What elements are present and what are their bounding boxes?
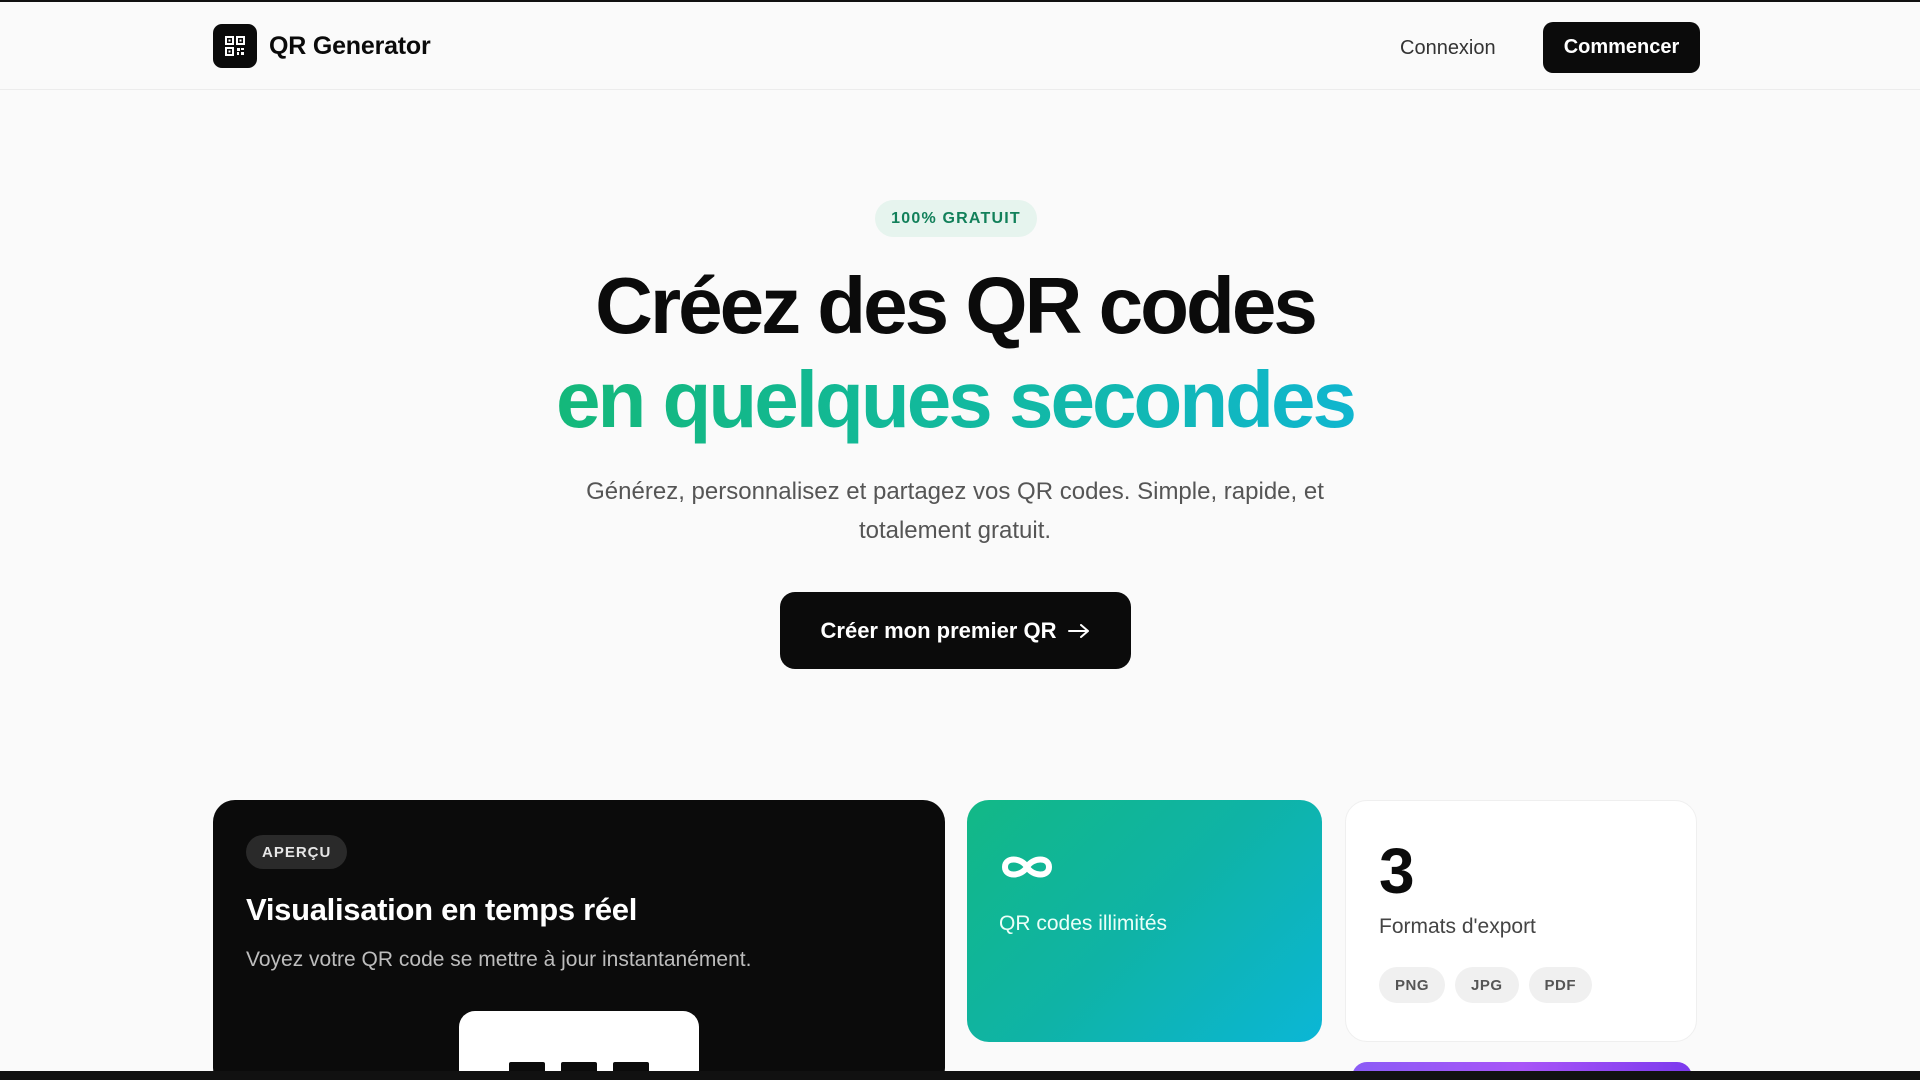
infinity-icon [999, 852, 1055, 882]
preview-card-description: Voyez votre QR code se mettre à jour ins… [246, 948, 752, 971]
hero-title-gradient-text: en quelques secondes [555, 355, 1357, 444]
hero-title-line1: Créez des QR codes [595, 261, 1318, 350]
export-formats-card: 3 Formats d'export PNG JPG PDF [1345, 800, 1697, 1042]
hero-subtitle: Générez, personnalisez et partagez vos Q… [586, 478, 1324, 544]
login-link[interactable]: Connexion [1400, 34, 1496, 62]
top-nav: QR Generator Connexion Commencer [0, 0, 1920, 90]
landing-page: QR Generator Connexion Commencer 100% GR… [0, 0, 1920, 1080]
format-chips: PNG JPG PDF [1379, 967, 1593, 1003]
bottom-edge [0, 1071, 1920, 1080]
qr-logo-icon [213, 24, 257, 68]
unlimited-label: QR codes illimités [999, 912, 1168, 935]
create-first-qr-button[interactable]: Créer mon premier QR [780, 592, 1131, 669]
preview-badge: APERÇU [246, 835, 348, 869]
unlimited-card: QR codes illimités [967, 800, 1322, 1042]
free-badge: 100% GRATUIT [875, 200, 1037, 237]
brand-name: QR Generator [269, 31, 431, 60]
format-chip-pdf: PDF [1528, 967, 1593, 1003]
formats-count: 3 [1379, 835, 1415, 907]
preview-card: APERÇU Visualisation en temps réel Voyez… [213, 800, 945, 1080]
hero-title-line2: en quelques secondes [0, 352, 1910, 448]
qr-preview-image [459, 1011, 699, 1080]
preview-card-title: Visualisation en temps réel [246, 892, 638, 927]
brand-link[interactable]: QR Generator [213, 24, 431, 68]
create-first-qr-label: Créer mon premier QR [820, 617, 1057, 643]
formats-label: Formats d'export [1379, 915, 1536, 938]
get-started-button[interactable]: Commencer [1543, 22, 1700, 73]
format-chip-jpg: JPG [1455, 967, 1519, 1003]
arrow-right-icon [1068, 618, 1090, 644]
format-chip-png: PNG [1379, 967, 1446, 1003]
